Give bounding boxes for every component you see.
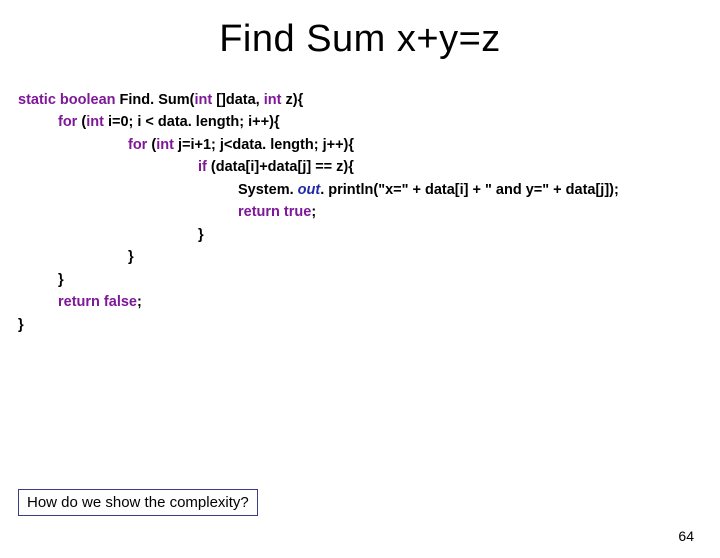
code-text: . println("x=" + data[i] + " and y=" + d…	[320, 182, 619, 198]
code-text: (data[i]+data[j] == z){	[211, 159, 354, 175]
code-line: for (int j=i+1; j<data. length; j++){	[18, 134, 720, 156]
code-line: for (int i=0; i < data. length; i++){	[18, 111, 720, 133]
code-line: return true;	[18, 201, 720, 223]
footer-question: How do we show the complexity?	[18, 489, 258, 516]
keyword: int	[156, 137, 178, 153]
code-line: if (data[i]+data[j] == z){	[18, 156, 720, 178]
keyword: static boolean	[18, 92, 120, 108]
code-line: static boolean Find. Sum(int []data, int…	[18, 89, 720, 111]
code-text: }	[128, 249, 134, 265]
code-text: }	[18, 317, 24, 333]
code-line: return false;	[18, 291, 720, 313]
code-line: }	[18, 269, 720, 291]
keyword: for	[58, 114, 81, 130]
code-block: static boolean Find. Sum(int []data, int…	[18, 89, 720, 336]
code-text: ;	[137, 294, 142, 310]
keyword: if	[198, 159, 211, 175]
keyword: return true	[238, 204, 311, 220]
code-line: System. out. println("x=" + data[i] + " …	[18, 179, 720, 201]
slide-title: Find Sum x+y=z	[0, 18, 720, 61]
code-text: j=i+1; j<data. length; j++){	[178, 137, 354, 153]
code-text: Find. Sum(	[120, 92, 195, 108]
code-text: ;	[311, 204, 316, 220]
code-text: z){	[285, 92, 303, 108]
code-line: }	[18, 314, 720, 336]
keyword: int	[86, 114, 108, 130]
code-text: }	[198, 227, 204, 243]
code-text: }	[58, 272, 64, 288]
keyword: int	[264, 92, 286, 108]
code-text: i=0; i < data. length; i++){	[108, 114, 280, 130]
keyword: for	[128, 137, 151, 153]
keyword: int	[194, 92, 216, 108]
page-number: 64	[678, 528, 694, 544]
code-text: out	[298, 182, 321, 198]
code-line: }	[18, 246, 720, 268]
code-line: }	[18, 224, 720, 246]
keyword: return false	[58, 294, 137, 310]
code-text: System.	[238, 182, 298, 198]
code-text: []data,	[216, 92, 264, 108]
